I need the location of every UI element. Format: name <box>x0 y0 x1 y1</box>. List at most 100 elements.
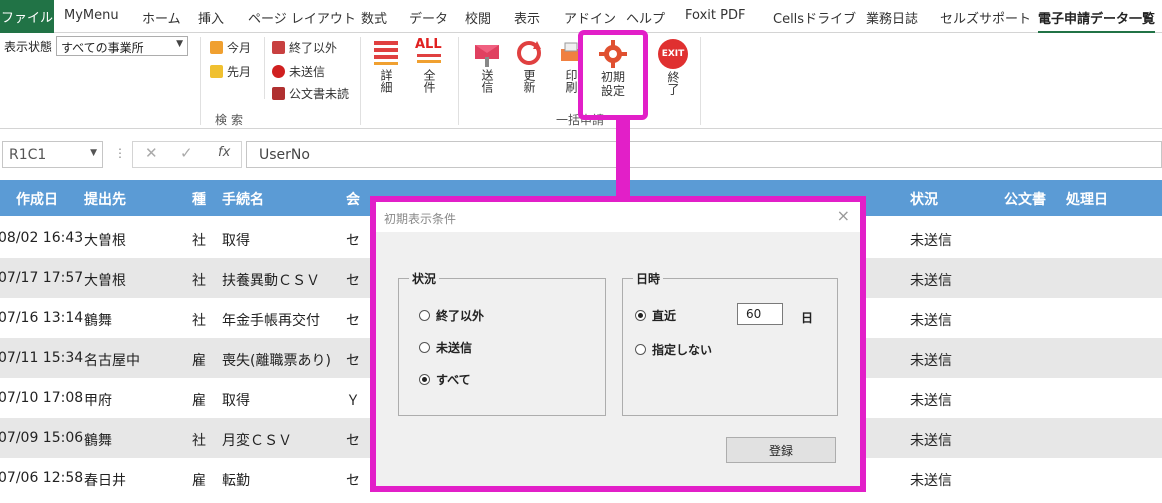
this-month-label: 今月 <box>227 41 252 55</box>
tab-cells-drive[interactable]: Cellsドライブ <box>773 8 856 27</box>
all-button[interactable]: ALL 全件 <box>414 38 444 94</box>
tab-e-application-list[interactable]: 電子申請データ一覧 <box>1038 8 1156 34</box>
radio-icon <box>635 344 646 355</box>
not-sent-button[interactable]: 未送信 <box>272 63 325 80</box>
print-label: 印刷 <box>564 69 578 93</box>
tab-work-diary[interactable]: 業務日誌 <box>866 8 918 27</box>
send-button[interactable]: 送信 <box>472 39 502 93</box>
this-month-button[interactable]: 今月 <box>210 39 251 56</box>
cancel-icon[interactable]: ✕ <box>145 144 158 162</box>
list-icon <box>374 41 398 65</box>
tab-cells-support[interactable]: セルズサポート <box>940 8 1031 27</box>
exit-button[interactable]: EXIT 終了 <box>656 39 690 95</box>
radio-not-sent-label: 未送信 <box>436 341 473 355</box>
date-group-label: 日時 <box>633 270 664 287</box>
header-kind: 種 <box>192 192 206 208</box>
dialog-title: 初期表示条件 <box>384 212 457 226</box>
formula-value: UserNo <box>259 147 310 163</box>
days-value: 60 <box>746 307 762 321</box>
exit-label: 終了 <box>666 71 680 95</box>
group-search-label: 検索 <box>215 113 248 127</box>
radio-not-done[interactable]: 終了以外 <box>419 307 484 324</box>
radio-all-label: すべて <box>436 373 471 387</box>
calendar-icon <box>210 41 223 54</box>
radio-selected-icon <box>419 374 430 385</box>
formula-input[interactable]: UserNo <box>246 141 1162 168</box>
chevron-down-icon: ▼ <box>176 39 183 49</box>
tab-insert[interactable]: 挿入 <box>198 8 224 27</box>
status-select[interactable]: すべての事業所 ▼ <box>56 36 188 56</box>
tab-mymenu[interactable]: MyMenu <box>64 8 119 23</box>
exit-icon: EXIT <box>658 39 688 69</box>
tab-help[interactable]: ヘルプ <box>626 8 665 27</box>
detail-label: 詳細 <box>379 69 393 93</box>
all-label: 全件 <box>422 69 436 93</box>
tab-review[interactable]: 校閲 <box>465 8 491 27</box>
radio-all[interactable]: すべて <box>419 371 471 388</box>
mail-icon <box>272 87 285 100</box>
days-input[interactable]: 60 <box>737 303 783 325</box>
tab-formulas[interactable]: 数式 <box>361 8 387 27</box>
filter-icon <box>272 41 285 54</box>
status-group-label: 状況 <box>409 270 440 287</box>
radio-icon <box>419 342 430 353</box>
unread-label: 公文書未読 <box>289 87 350 101</box>
date-group: 日時 直近 60 日 指定しない <box>622 270 838 416</box>
header-status: 状況 <box>910 192 938 208</box>
alert-icon <box>272 65 285 78</box>
days-unit: 日 <box>801 311 814 325</box>
status-select-value: すべての事業所 <box>61 41 144 55</box>
radio-icon <box>419 310 430 321</box>
tab-page-layout[interactable]: ページ レイアウト <box>248 8 356 27</box>
send-icon <box>475 45 499 67</box>
radio-no-date-label: 指定しない <box>652 343 713 357</box>
update-label: 更新 <box>522 69 536 93</box>
not-done-label: 終了以外 <box>289 41 338 55</box>
tab-data[interactable]: データ <box>409 8 448 27</box>
header-date: 作成日 <box>16 192 58 208</box>
status-label: 表示状態 <box>4 40 53 54</box>
unread-button[interactable]: 公文書未読 <box>272 85 349 102</box>
radio-not-sent[interactable]: 未送信 <box>419 339 472 356</box>
name-box-value: R1C1 <box>9 147 47 163</box>
header-official-doc: 公文書 <box>1004 192 1046 208</box>
register-label: 登録 <box>768 443 793 458</box>
tab-file[interactable]: ファイル <box>0 0 54 33</box>
update-button[interactable]: 更新 <box>514 39 544 93</box>
send-label: 送信 <box>480 69 494 93</box>
last-month-button[interactable]: 先月 <box>210 63 251 80</box>
calendar-icon <box>210 65 223 78</box>
header-to: 提出先 <box>84 192 126 208</box>
not-done-button[interactable]: 終了以外 <box>272 39 337 56</box>
header-processed-date: 処理日 <box>1066 192 1108 208</box>
not-sent-label: 未送信 <box>289 65 326 79</box>
radio-not-done-label: 終了以外 <box>436 309 485 323</box>
radio-selected-icon <box>635 310 646 321</box>
status-group: 状況 終了以外 未送信 すべて <box>398 270 606 416</box>
radio-recent[interactable]: 直近 <box>635 307 676 324</box>
header-procedure: 手続名 <box>222 192 264 208</box>
dialog-title-bar: 初期表示条件 × <box>376 202 860 232</box>
register-button[interactable]: 登録 <box>726 437 836 463</box>
radio-no-date[interactable]: 指定しない <box>635 341 712 358</box>
close-icon[interactable]: × <box>837 206 850 225</box>
last-month-label: 先月 <box>227 65 252 79</box>
all-icon: ALL <box>415 38 443 65</box>
tab-foxit-pdf[interactable]: Foxit PDF <box>685 8 745 23</box>
tab-home[interactable]: ホーム <box>142 8 181 27</box>
name-box[interactable]: R1C1 ▼ <box>2 141 103 168</box>
enter-icon[interactable]: ✓ <box>180 144 193 162</box>
header-company: 会 <box>346 192 360 208</box>
formula-bar: R1C1 ▼ ⋮ ✕ ✓ fx UserNo <box>0 137 1162 172</box>
refresh-icon <box>517 41 541 65</box>
highlight-initial-settings <box>578 30 648 120</box>
tab-addin[interactable]: アドイン <box>564 8 616 27</box>
radio-recent-label: 直近 <box>652 309 677 323</box>
function-icon[interactable]: fx <box>218 145 230 160</box>
detail-button[interactable]: 詳細 <box>372 39 400 93</box>
chevron-down-icon: ▼ <box>90 148 97 158</box>
ribbon-tab-bar: ファイル MyMenu ホーム 挿入 ページ レイアウト 数式 データ 校閲 表… <box>0 0 1162 34</box>
initial-display-dialog: 初期表示条件 × 状況 終了以外 未送信 すべて 日時 直近 60 日 指定しな… <box>370 196 866 492</box>
more-icon: ⋮ <box>114 146 126 160</box>
tab-view[interactable]: 表示 <box>514 8 540 27</box>
